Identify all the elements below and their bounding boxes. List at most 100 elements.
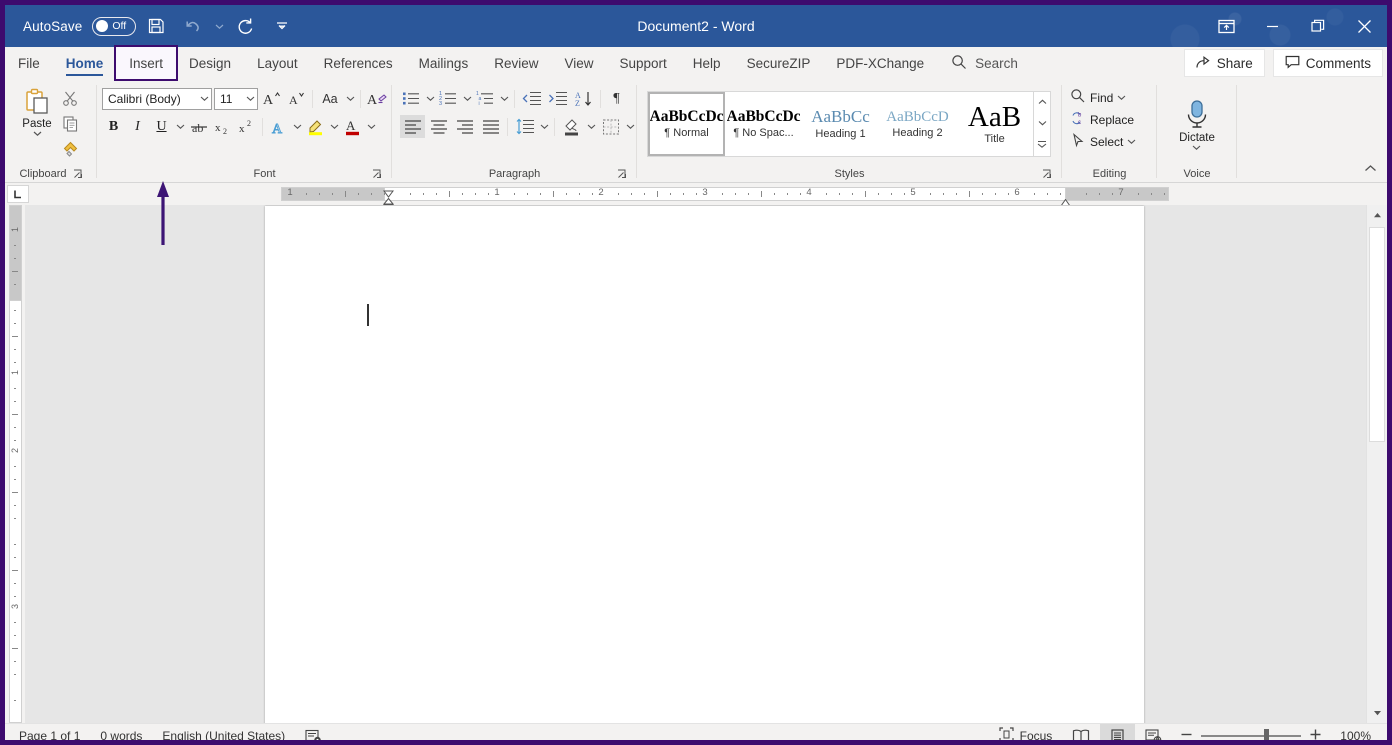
font-size-combo[interactable]: 11 <box>214 88 258 110</box>
minimize-icon[interactable] <box>1249 5 1295 47</box>
italic-button[interactable]: I <box>126 115 149 138</box>
sort-icon[interactable]: AZ <box>571 87 596 110</box>
styles-dialog-launcher-icon[interactable] <box>1042 169 1052 179</box>
collapse-ribbon-icon[interactable] <box>1364 161 1377 179</box>
line-spacing-chevron-down-icon[interactable] <box>538 116 550 138</box>
subscript-icon[interactable]: x2 <box>211 115 234 138</box>
shading-chevron-down-icon[interactable] <box>585 116 597 138</box>
search-input[interactable]: Search <box>937 47 1032 79</box>
strikethrough-icon[interactable]: ab <box>187 115 210 138</box>
tab-references[interactable]: References <box>311 47 406 79</box>
zoom-level[interactable]: 100% <box>1330 724 1387 745</box>
bold-button[interactable]: B <box>102 115 125 138</box>
zoom-out-icon[interactable] <box>1180 728 1193 744</box>
tab-layout[interactable]: Layout <box>244 47 311 79</box>
superscript-icon[interactable]: x2 <box>235 115 258 138</box>
dictate-button[interactable]: Dictate <box>1174 96 1220 154</box>
redo-icon[interactable] <box>228 11 262 41</box>
change-case-chevron-down-icon[interactable] <box>344 88 356 110</box>
share-button[interactable]: Share <box>1184 49 1265 77</box>
borders-icon[interactable] <box>598 115 623 138</box>
clipboard-dialog-launcher-icon[interactable] <box>73 169 83 179</box>
print-layout-icon[interactable] <box>1100 724 1135 745</box>
format-painter-icon[interactable] <box>59 137 82 160</box>
read-mode-icon[interactable] <box>1062 724 1100 745</box>
close-icon[interactable] <box>1341 5 1387 47</box>
clear-formatting-icon[interactable]: A <box>365 87 389 110</box>
shading-icon[interactable] <box>559 115 584 138</box>
paragraph-dialog-launcher-icon[interactable] <box>617 169 627 179</box>
grow-font-icon[interactable]: A <box>259 87 283 110</box>
horizontal-ruler[interactable]: 1 1 2 3 4 5 6 7 <box>31 183 1387 205</box>
tab-insert[interactable]: Insert <box>116 47 176 79</box>
styles-more-icon[interactable] <box>1034 134 1050 155</box>
tab-home[interactable]: Home <box>53 47 117 79</box>
font-color-chevron-down-icon[interactable] <box>365 116 377 138</box>
tab-file[interactable]: File <box>5 47 53 79</box>
underline-button[interactable]: U <box>150 115 173 138</box>
style-heading-2[interactable]: AaBbCcD Heading 2 <box>879 92 956 156</box>
web-layout-icon[interactable] <box>1135 724 1172 745</box>
zoom-in-icon[interactable] <box>1309 728 1322 744</box>
scroll-down-icon[interactable] <box>1367 703 1387 723</box>
text-highlight-color-icon[interactable] <box>304 115 327 138</box>
tab-securezip[interactable]: SecureZIP <box>734 47 824 79</box>
justify-icon[interactable] <box>478 115 503 138</box>
highlight-chevron-down-icon[interactable] <box>328 116 340 138</box>
increase-indent-icon[interactable] <box>545 87 570 110</box>
text-effects-icon[interactable]: A <box>267 115 290 138</box>
tab-pdf-xchange[interactable]: PDF-XChange <box>823 47 937 79</box>
numbering-chevron-down-icon[interactable] <box>461 88 473 110</box>
font-dialog-launcher-icon[interactable] <box>372 169 382 179</box>
tab-review[interactable]: Review <box>481 47 551 79</box>
decrease-indent-icon[interactable] <box>519 87 544 110</box>
style-heading-1[interactable]: AaBbCc Heading 1 <box>802 92 879 156</box>
proofing-errors-icon[interactable] <box>295 724 332 745</box>
font-name-combo[interactable]: Calibri (Body) <box>102 88 212 110</box>
autosave-toggle[interactable]: Off <box>92 17 136 36</box>
save-icon[interactable] <box>139 11 173 41</box>
left-tab-stop-icon[interactable] <box>7 185 29 203</box>
bullets-icon[interactable] <box>400 87 423 110</box>
word-count[interactable]: 0 words <box>90 724 152 745</box>
scroll-up-icon[interactable] <box>1367 205 1387 225</box>
multilevel-chevron-down-icon[interactable] <box>498 88 510 110</box>
text-effects-chevron-down-icon[interactable] <box>291 116 303 138</box>
document-canvas[interactable] <box>25 205 1366 723</box>
tab-support[interactable]: Support <box>607 47 680 79</box>
align-left-icon[interactable] <box>400 115 425 138</box>
copy-icon[interactable] <box>59 112 82 135</box>
focus-mode-button[interactable]: Focus <box>989 724 1063 745</box>
styles-scroll-up-icon[interactable] <box>1034 92 1050 113</box>
style-normal[interactable]: AaBbCcDc ¶ Normal <box>648 92 725 156</box>
underline-chevron-down-icon[interactable] <box>174 116 186 138</box>
cut-scissors-icon[interactable] <box>59 87 82 110</box>
restore-icon[interactable] <box>1295 5 1341 47</box>
customize-quick-access-icon[interactable] <box>265 11 299 41</box>
vertical-ruler[interactable]: 1 1 2 3 <box>5 205 25 723</box>
numbering-icon[interactable]: 123 <box>437 87 460 110</box>
tab-view[interactable]: View <box>551 47 606 79</box>
find-button[interactable]: Find <box>1070 88 1126 107</box>
styles-scroll-down-icon[interactable] <box>1034 113 1050 134</box>
paste-button[interactable]: Paste <box>17 85 57 140</box>
change-case-button[interactable]: Aa <box>317 87 343 110</box>
replace-button[interactable]: bc Replace <box>1070 110 1134 129</box>
scrollbar-thumb[interactable] <box>1369 227 1385 442</box>
style-no-spacing[interactable]: AaBbCcDc ¶ No Spac... <box>725 92 802 156</box>
page-indicator[interactable]: Page 1 of 1 <box>5 724 90 745</box>
align-center-icon[interactable] <box>426 115 451 138</box>
zoom-thumb[interactable] <box>1264 729 1269 743</box>
document-page[interactable] <box>265 206 1144 723</box>
ribbon-display-options-icon[interactable] <box>1203 5 1249 47</box>
tab-help[interactable]: Help <box>680 47 734 79</box>
style-title[interactable]: AaB Title <box>956 92 1033 156</box>
zoom-slider[interactable] <box>1172 728 1330 744</box>
zoom-track[interactable] <box>1201 735 1301 737</box>
font-color-icon[interactable]: A <box>341 115 364 138</box>
undo-chevron-down-icon[interactable] <box>213 15 225 37</box>
align-right-icon[interactable] <box>452 115 477 138</box>
vertical-scrollbar[interactable] <box>1366 205 1387 723</box>
shrink-font-icon[interactable]: A <box>284 87 308 110</box>
bullets-chevron-down-icon[interactable] <box>424 88 436 110</box>
